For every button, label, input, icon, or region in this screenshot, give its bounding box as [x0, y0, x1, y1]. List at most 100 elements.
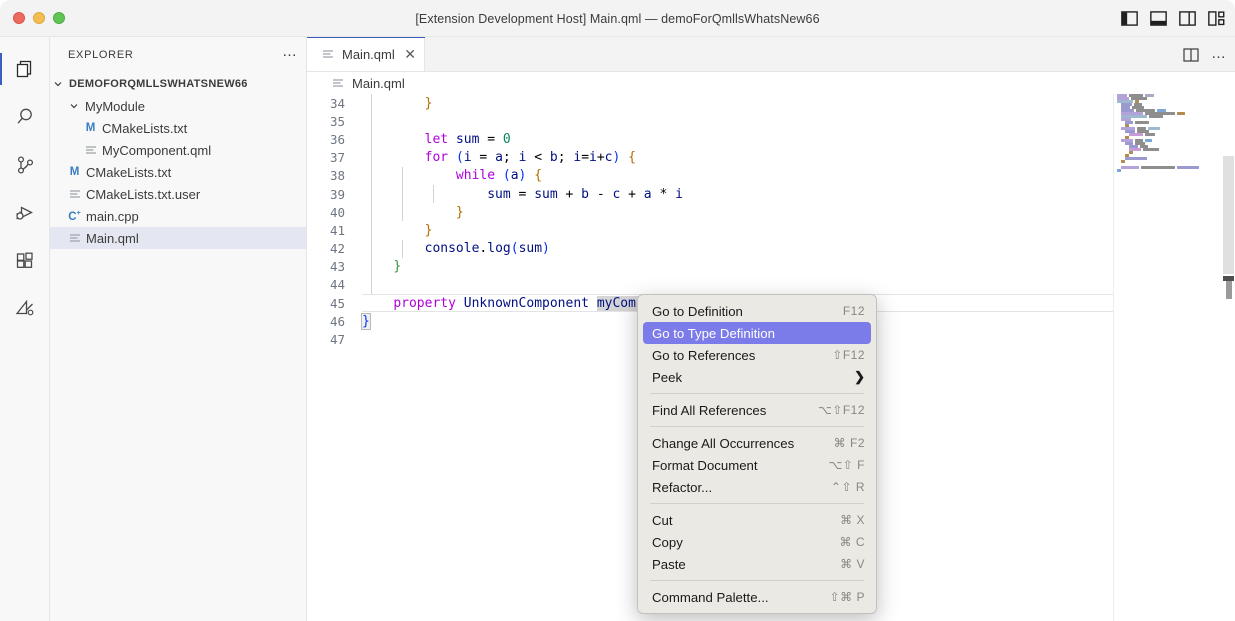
tree-item-main-cpp[interactable]: C+ main.cpp [50, 205, 306, 227]
editor-actions: … [1183, 37, 1227, 72]
tree-item-mycomponent-qml[interactable]: MyComponent.qml [50, 139, 306, 161]
menu-item-label: Find All References [652, 403, 818, 418]
menu-separator [650, 426, 864, 427]
search-icon [13, 105, 37, 129]
menu-item-go-to-references[interactable]: Go to References ⇧F12 [638, 344, 876, 366]
toggle-primary-sidebar-icon[interactable] [1121, 11, 1138, 26]
menu-item-refactor[interactable]: Refactor... ⌃⇧ R [638, 476, 876, 498]
code-line: 41 } [307, 221, 1235, 239]
line-number: 45 [307, 296, 362, 311]
menu-item-go-to-type-definition[interactable]: Go to Type Definition [643, 322, 871, 344]
toggle-panel-icon[interactable] [1150, 11, 1167, 26]
menu-separator [650, 503, 864, 504]
breadcrumb[interactable]: Main.qml [307, 72, 1235, 94]
explorer-more-actions-icon[interactable]: … [282, 47, 298, 63]
code-line: 39 sum = sum + b - c + a * i [307, 185, 1235, 203]
menu-item-label: Format Document [652, 458, 828, 473]
more-actions-icon[interactable]: … [1211, 49, 1227, 61]
tree-root-demoforqmllswhatsnew66[interactable]: DEMOFORQMLLSWHATSNEW66 [50, 73, 306, 95]
menu-item-paste[interactable]: Paste ⌘ V [638, 553, 876, 575]
minimap[interactable] [1113, 94, 1221, 621]
line-number: 43 [307, 259, 362, 274]
tree-item-label: CMakeLists.txt [83, 165, 171, 180]
line-number: 47 [307, 332, 362, 347]
menu-item-find-all-references[interactable]: Find All References ⌥⇧F12 [638, 399, 876, 421]
cmake-icon: M [66, 166, 83, 178]
menu-item-shortcut: ⇧F12 [832, 348, 865, 362]
chevron-right-icon: ❯ [854, 369, 865, 385]
menu-item-shortcut: ⌘ C [840, 535, 866, 549]
activitybar-item-source-control[interactable] [0, 141, 50, 189]
source-control-icon [13, 153, 37, 177]
menu-separator [650, 393, 864, 394]
menu-item-label: Cut [652, 513, 840, 528]
tree-item-label: main.cpp [83, 209, 139, 224]
activitybar-item-explorer[interactable] [0, 45, 50, 93]
line-number: 41 [307, 223, 362, 238]
tab-main-qml[interactable]: Main.qml ✕ [307, 37, 425, 71]
menu-item-command-palette[interactable]: Command Palette... ⇧⌘ P [638, 586, 876, 608]
window-title: [Extension Development Host] Main.qml — … [0, 0, 1235, 37]
menu-item-label: Change All Occurrences [652, 436, 834, 451]
line-number: 44 [307, 277, 362, 292]
qml-icon [66, 188, 83, 200]
cmake-icon: M [82, 122, 99, 134]
cpp-icon: C+ [66, 210, 83, 223]
files-icon [13, 57, 37, 81]
toggle-secondary-sidebar-icon[interactable] [1179, 11, 1196, 26]
customize-layout-icon[interactable] [1208, 11, 1225, 26]
chevron-down-icon [50, 79, 66, 89]
menu-item-label: Go to References [652, 348, 832, 363]
explorer-title: EXPLORER [68, 49, 134, 61]
code-line: 44 [307, 276, 1235, 294]
tree-item-mymodule-cmakelists[interactable]: M CMakeLists.txt [50, 117, 306, 139]
activitybar-item-qt-qml[interactable] [0, 285, 50, 333]
code-line: 40 } [307, 203, 1235, 221]
qt-icon [13, 297, 37, 321]
scrollbar-overview-slider [1226, 281, 1232, 299]
qml-icon [319, 48, 336, 60]
close-icon[interactable]: ✕ [404, 47, 416, 61]
menu-item-shortcut: ⌘ F2 [834, 436, 865, 450]
bracket-match: } [362, 314, 370, 329]
menu-item-shortcut: ⌘ X [840, 513, 865, 527]
tree-item-mymodule[interactable]: MyModule [50, 95, 306, 117]
split-editor-icon[interactable] [1183, 48, 1199, 62]
activitybar-item-search[interactable] [0, 93, 50, 141]
menu-item-peek[interactable]: Peek ❯ [638, 366, 876, 388]
menu-item-label: Copy [652, 535, 840, 550]
editor-context-menu[interactable]: Go to Definition F12 Go to Type Definiti… [637, 294, 877, 614]
menu-item-label: Go to Type Definition [652, 326, 865, 341]
tree-item-label: CMakeLists.txt [99, 121, 187, 136]
line-number: 40 [307, 205, 362, 220]
file-tree: DEMOFORQMLLSWHATSNEW66 MyModule M CMakeL… [50, 72, 306, 249]
line-number: 37 [307, 150, 362, 165]
editor-scrollbar[interactable] [1221, 94, 1235, 621]
activity-bar [0, 37, 50, 621]
menu-item-cut[interactable]: Cut ⌘ X [638, 509, 876, 531]
qml-icon [66, 232, 83, 244]
menu-separator [650, 580, 864, 581]
code-line: 35 [307, 112, 1235, 130]
code-line: 43 } [307, 258, 1235, 276]
activitybar-item-extensions[interactable] [0, 237, 50, 285]
tree-item-main-qml[interactable]: Main.qml [50, 227, 306, 249]
breadcrumb-label: Main.qml [352, 76, 405, 91]
menu-item-change-all-occurrences[interactable]: Change All Occurrences ⌘ F2 [638, 432, 876, 454]
menu-item-shortcut: ⌥⇧F12 [818, 403, 865, 417]
line-number: 35 [307, 114, 362, 129]
code-line: 36 let sum = 0 [307, 130, 1235, 148]
menu-item-copy[interactable]: Copy ⌘ C [638, 531, 876, 553]
menu-item-label: Refactor... [652, 480, 831, 495]
menu-item-shortcut: ⇧⌘ P [830, 590, 865, 604]
tree-item-cmakelists[interactable]: M CMakeLists.txt [50, 161, 306, 183]
menu-item-format-document[interactable]: Format Document ⌥⇧ F [638, 454, 876, 476]
tree-root-label: DEMOFORQMLLSWHATSNEW66 [66, 78, 248, 90]
tree-item-cmakelists-user[interactable]: CMakeLists.txt.user [50, 183, 306, 205]
menu-item-go-to-definition[interactable]: Go to Definition F12 [638, 300, 876, 322]
menu-item-shortcut: F12 [843, 304, 865, 318]
scrollbar-thumb[interactable] [1223, 156, 1234, 274]
qml-icon [329, 77, 346, 89]
line-number: 36 [307, 132, 362, 147]
activitybar-item-run-and-debug[interactable] [0, 189, 50, 237]
